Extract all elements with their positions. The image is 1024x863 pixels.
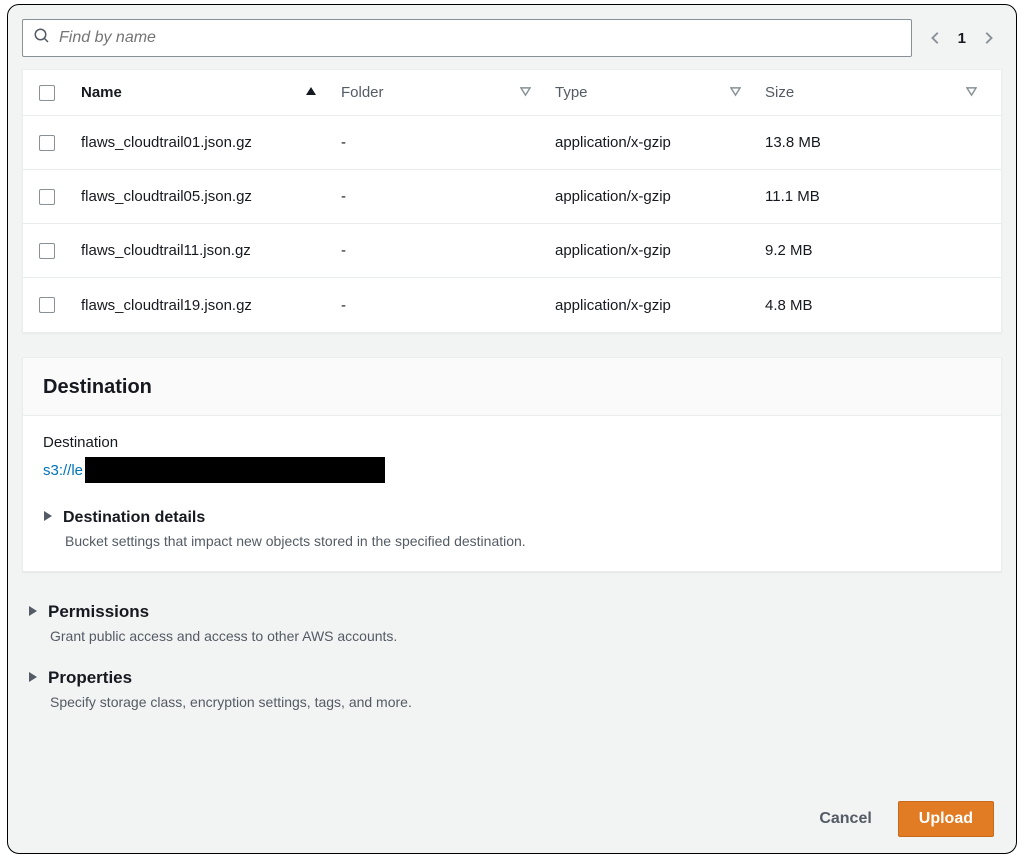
permissions-expander[interactable]: Permissions Grant public access and acce… [28,602,996,644]
cell-folder: - [341,297,555,314]
files-table: Name Folder Type Size [22,69,1002,333]
table-row: flaws_cloudtrail19.json.gz -application/x… [23,278,1001,332]
sort-idle-icon [520,84,531,101]
cell-folder: - [341,134,555,151]
table-row: flaws_cloudtrail05.json.gz -application/x… [23,170,1001,224]
row-select[interactable] [23,297,81,313]
table-toolbar: 1 [22,19,1002,57]
properties-expander[interactable]: Properties Specify storage class, encryp… [28,668,996,710]
checkbox[interactable] [39,85,55,101]
destination-panel: Destination Destination s3://le Destinat… [22,357,1002,572]
col-size-label: Size [765,84,794,101]
page-next-icon[interactable] [980,30,996,46]
caret-right-icon [28,668,38,688]
cell-type: application/x-gzip [555,242,765,259]
dialog-footer: Cancel Upload [815,801,994,837]
page-prev-icon[interactable] [928,30,944,46]
table-row: flaws_cloudtrail11.json.gz -application/x… [23,224,1001,278]
checkbox[interactable] [39,243,55,259]
destination-details-title: Destination details [63,509,205,527]
table-row: flaws_cloudtrail01.json.gz -application/x… [23,116,1001,170]
destination-link[interactable]: s3://le [43,462,83,479]
col-size[interactable]: Size [765,84,1001,101]
destination-url: s3://le [43,457,981,483]
checkbox[interactable] [39,135,55,151]
destination-label: Destination [43,434,981,451]
redacted-block [85,457,385,483]
sort-idle-icon [730,84,741,101]
cell-type: application/x-gzip [555,297,765,314]
row-select[interactable] [23,243,81,259]
col-name[interactable]: Name [81,84,341,101]
upload-button[interactable]: Upload [898,801,994,837]
col-folder-label: Folder [341,84,384,101]
cell-folder: - [341,242,555,259]
caret-right-icon [28,602,38,622]
pagination: 1 [922,19,1002,57]
cell-size: 11.1 MB [765,188,1001,205]
cell-name: flaws_cloudtrail01.json.gz [81,134,321,151]
properties-title: Properties [48,668,132,688]
checkbox[interactable] [39,297,55,313]
col-type-label: Type [555,84,588,101]
cell-size: 13.8 MB [765,134,1001,151]
search-input[interactable] [59,29,901,47]
destination-details-desc: Bucket settings that impact new objects … [65,533,981,549]
col-type[interactable]: Type [555,84,765,101]
search-icon [33,27,51,50]
cell-type: application/x-gzip [555,134,765,151]
cell-name: flaws_cloudtrail11.json.gz [81,242,321,259]
cell-size: 9.2 MB [765,242,1001,259]
cell-folder: - [341,188,555,205]
checkbox[interactable] [39,189,55,205]
cell-size: 4.8 MB [765,297,1001,314]
permissions-desc: Grant public access and access to other … [50,628,996,644]
search-box[interactable] [22,19,912,57]
cell-type: application/x-gzip [555,188,765,205]
destination-details-expander[interactable]: Destination details Bucket settings that… [43,509,981,549]
col-select-all[interactable] [23,85,81,101]
cell-name: flaws_cloudtrail05.json.gz [81,188,321,205]
col-folder[interactable]: Folder [341,84,555,101]
cancel-button[interactable]: Cancel [815,802,875,836]
properties-desc: Specify storage class, encryption settin… [50,694,996,710]
upload-dialog: 1 Name Folder Typ [7,4,1017,854]
table-header: Name Folder Type Size [23,70,1001,116]
row-select[interactable] [23,135,81,151]
permissions-title: Permissions [48,602,149,622]
cell-name: flaws_cloudtrail19.json.gz [81,297,321,314]
options-expanders: Permissions Grant public access and acce… [28,602,996,710]
caret-right-icon [43,509,53,527]
sort-idle-icon [966,84,977,101]
sort-asc-icon [305,84,317,101]
row-select[interactable] [23,189,81,205]
destination-title: Destination [23,358,1001,416]
page-current: 1 [958,30,966,47]
col-name-label: Name [81,84,122,101]
